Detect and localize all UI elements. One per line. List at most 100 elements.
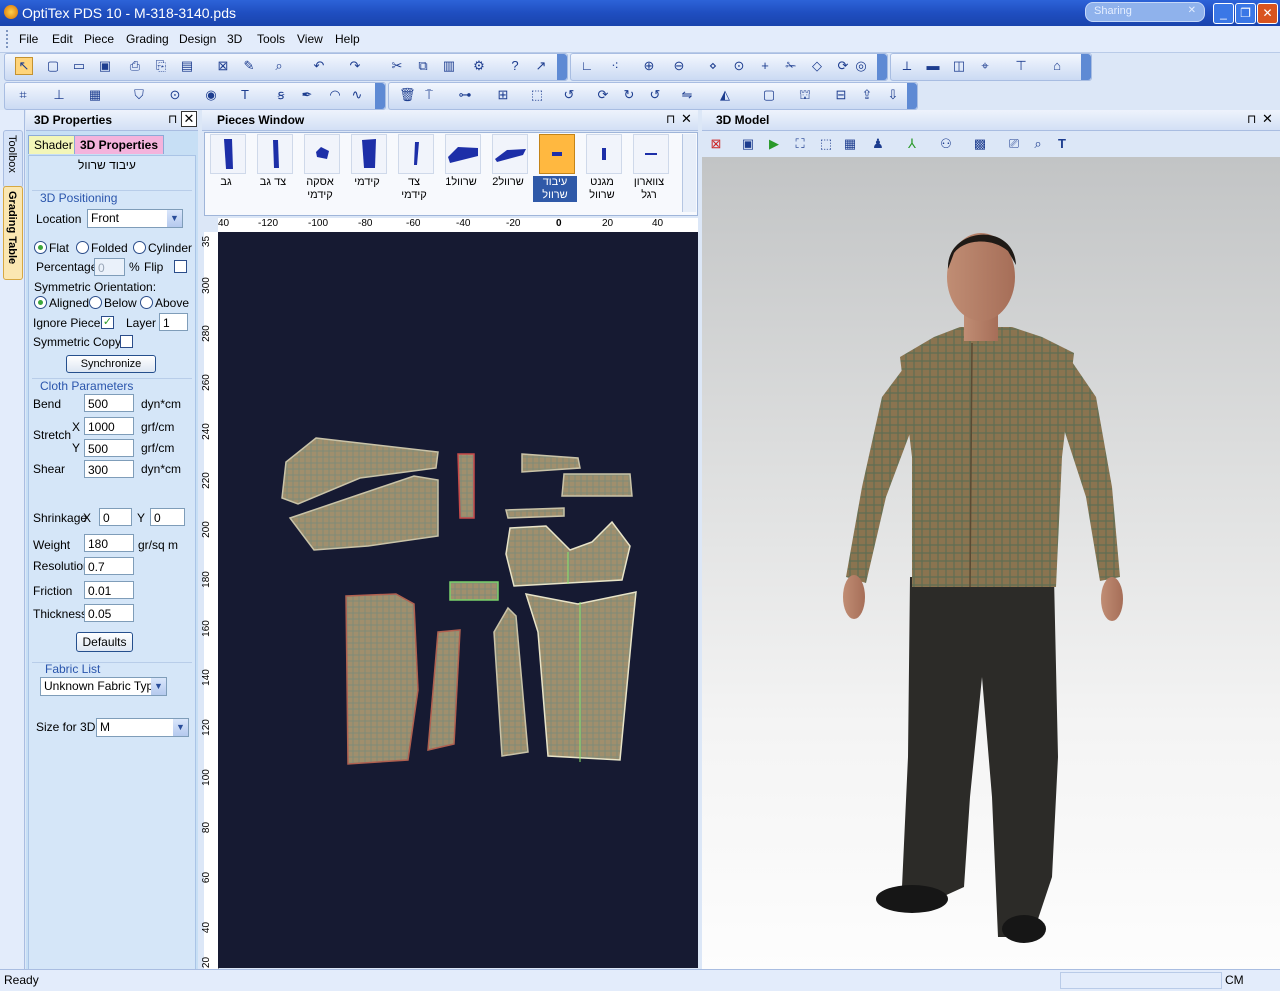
pin-icon[interactable]: ⍑ [421,87,437,103]
cylinder-radio[interactable] [133,241,146,254]
piece-thumb[interactable]: שרוול1 [439,132,483,212]
pin-icon[interactable]: ⊓ [1247,112,1256,126]
zoom-icon[interactable]: ⌕ [1030,136,1046,152]
export-icon[interactable]: ⇪ [859,87,875,103]
measure-icon[interactable]: ⟂ [899,58,915,74]
notch-icon[interactable]: ⋄ [705,58,721,74]
close-icon[interactable]: ✕ [1188,5,1196,16]
layer-input[interactable]: 1 [159,313,188,331]
3d-viewport[interactable] [702,157,1280,969]
piece-thumb[interactable]: מגנט שרוול [580,132,624,212]
close-button[interactable]: ✕ [1257,3,1278,24]
connect-icon[interactable]: ⊶ [457,87,473,103]
points-icon[interactable]: ⁖ [607,58,623,74]
menu-grading[interactable]: Grading [126,32,169,46]
fabric-select[interactable]: Unknown Fabric Type ▼ [40,677,167,696]
piece-thumb[interactable]: צווארון רגל [627,132,671,212]
redo-icon[interactable]: ↷ [347,58,363,74]
stretch-y-input[interactable]: 500 [84,439,134,457]
pin-icon[interactable]: ⊓ [168,112,177,126]
dart-icon[interactable]: ◇ [809,58,825,74]
weight-input[interactable]: 180 [84,534,134,552]
pattern-canvas[interactable] [218,232,698,968]
stretch-x-input[interactable]: 1000 [84,417,134,435]
bend-input[interactable]: 500 [84,394,134,412]
wave-icon[interactable]: ∿ [349,87,365,103]
menu-3d[interactable]: 3D [227,32,242,46]
tab-toolbox[interactable]: Toolbox [3,130,23,188]
circle-icon[interactable]: ◎ [853,58,869,74]
curve-icon[interactable]: ꞩ [273,87,289,103]
folded-radio[interactable] [76,241,89,254]
toolbar-overflow-icon[interactable] [375,83,385,109]
pieces-scrollbar[interactable] [682,134,696,212]
mirror-icon[interactable]: ◭ [717,87,733,103]
defaults-button[interactable]: Defaults [76,632,133,652]
size-select[interactable]: M ▼ [96,718,189,737]
text-icon[interactable]: T [1054,136,1070,152]
symmetric-copy-checkbox[interactable] [120,335,133,348]
text-icon[interactable]: T [237,87,253,103]
resolution-input[interactable]: 0.7 [84,557,134,575]
refresh-icon[interactable]: ⟳ [595,87,611,103]
tape-icon[interactable]: ◫ [951,58,967,74]
below-radio[interactable] [89,296,102,309]
pointer-icon[interactable]: ↖ [15,57,33,75]
piece-thumb[interactable]: גב [204,132,248,212]
properties-icon[interactable]: ⚙ [471,58,487,74]
percentage-input[interactable]: 0 [94,258,125,276]
ignore-piece-checkbox[interactable]: ✓ [101,316,114,329]
pen-icon[interactable]: ✒ [299,87,315,103]
camera-icon[interactable]: ▣ [740,136,756,152]
undo-icon[interactable]: ↶ [311,58,327,74]
shear-input[interactable]: 300 [84,460,134,478]
anchor-icon[interactable]: ⊥ [51,87,67,103]
node-icon[interactable]: ⌗ [15,87,31,103]
chevron-down-icon[interactable]: ▼ [151,678,166,695]
piece-thumb[interactable]: צד קידמי [392,132,436,212]
spell-icon[interactable]: ✎ [241,58,257,74]
tab-3d-properties[interactable]: 3D Properties [74,135,165,154]
restore-button[interactable]: ❐ [1235,3,1256,24]
synchronize-button[interactable]: Synchronize [66,355,156,373]
rotate-icon[interactable]: ⟳ [835,58,851,74]
clear-sim-icon[interactable]: ⊠ [708,136,724,152]
globe-icon[interactable]: ◉ [203,87,219,103]
shrinkage-x-input[interactable]: 0 [99,508,132,526]
target-icon[interactable]: ⊙ [167,87,183,103]
pin-icon[interactable]: ⊓ [666,112,675,126]
rotate-left-icon[interactable]: ↺ [561,87,577,103]
menu-design[interactable]: Design [179,32,216,46]
chevron-down-icon[interactable]: ▼ [173,719,188,736]
play-simulation-icon[interactable]: ▶ [766,136,782,152]
toolbar-overflow-icon[interactable] [557,54,567,80]
close-icon[interactable]: ✕ [181,111,197,127]
rotate-ccw-icon[interactable]: ↺ [647,87,663,103]
page-icon[interactable]: ▢ [761,87,777,103]
drill-icon[interactable]: ⊙ [731,58,747,74]
select-area-icon[interactable]: ⬚ [529,87,545,103]
aligned-radio[interactable] [34,296,47,309]
cross-icon[interactable]: + [757,58,773,74]
tab-grading-table[interactable]: Grading Table [3,186,23,280]
piece-thumb[interactable]: אסקה קידמי [298,132,342,212]
piece-thumb[interactable]: שרוול2 [486,132,530,212]
above-radio[interactable] [140,296,153,309]
close-icon[interactable]: ✕ [1262,111,1273,127]
import-icon[interactable]: ⇩ [885,87,901,103]
pose-icon[interactable]: ⚇ [938,136,954,152]
avatar-icon[interactable]: ♟ [870,136,886,152]
thickness-input[interactable]: 0.05 [84,604,134,622]
location-select[interactable]: Front ▼ [87,209,183,228]
tab-shader[interactable]: Shader [28,135,79,154]
axis-icon[interactable]: ⅄ [904,136,920,152]
shrinkage-y-input[interactable]: 0 [150,508,185,526]
flat-radio[interactable] [34,241,47,254]
grid-icon[interactable]: ▦ [842,136,858,152]
render-icon[interactable]: ▩ [972,136,988,152]
add-piece-icon[interactable]: ⊞ [495,87,511,103]
excel-icon[interactable]: ⊠ [215,58,231,74]
rotate-cw-icon[interactable]: ↻ [621,87,637,103]
delete-icon[interactable]: 🗑 [399,87,416,103]
zoom-icon[interactable]: ⌕ [271,58,287,74]
